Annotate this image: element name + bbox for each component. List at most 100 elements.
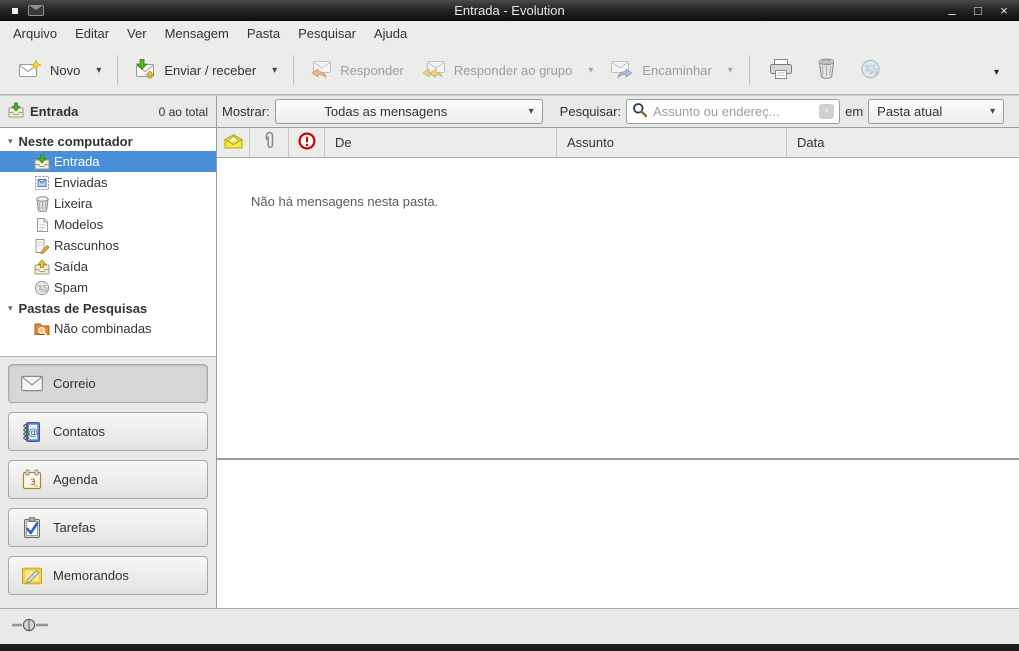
contacts-icon: @	[21, 421, 43, 443]
menu-editar[interactable]: Editar	[66, 23, 118, 44]
online-status-icon[interactable]	[12, 618, 48, 635]
folder-lixeira[interactable]: Lixeira	[0, 193, 216, 214]
chevron-down-icon[interactable]: ▾	[96, 65, 101, 76]
attachment-icon	[263, 131, 276, 154]
chevron-down-icon[interactable]: ▾	[728, 65, 733, 76]
menu-ajuda[interactable]: Ajuda	[365, 23, 416, 44]
forward-label: Encaminhar	[642, 63, 711, 78]
delete-button[interactable]	[805, 50, 848, 90]
chevron-down-icon: ▾	[994, 67, 999, 78]
close-icon[interactable]: ×	[997, 4, 1011, 17]
folder-label: Saída	[54, 259, 88, 274]
search-icon	[632, 102, 648, 121]
switcher-memorandos[interactable]: Memorandos	[8, 556, 208, 595]
folder-label: Modelos	[54, 217, 103, 232]
menu-mensagem[interactable]: Mensagem	[156, 23, 238, 44]
folder-label: Spam	[54, 280, 88, 295]
reply-icon	[310, 60, 332, 81]
filter-search-controls: Mostrar: Todas as mensagens ▾ Pesquisar:…	[217, 96, 1019, 127]
chevron-down-icon[interactable]: ▾	[272, 65, 277, 76]
folder-entrada[interactable]: Entrada	[0, 151, 216, 172]
switcher-label: Contatos	[53, 424, 105, 439]
scope-value: Pasta atual	[877, 104, 942, 119]
current-folder-header: Entrada 0 ao total	[0, 96, 217, 127]
chevron-down-icon[interactable]: ▾	[588, 65, 593, 76]
empty-folder-message: Não há mensagens nesta pasta.	[217, 158, 1019, 209]
message-list[interactable]: Não há mensagens nesta pasta.	[217, 158, 1019, 458]
clear-search-icon[interactable]: ×	[819, 104, 834, 119]
collapse-arrow-icon[interactable]: ▾	[8, 303, 13, 314]
menubar: Arquivo Editar Ver Mensagem Pasta Pesqui…	[0, 21, 1019, 46]
column-assunto[interactable]: Assunto	[557, 128, 787, 157]
toolbar: Novo ▾ Enviar / receber ▾ Responder Resp…	[0, 46, 1019, 95]
switcher-label: Agenda	[53, 472, 98, 487]
search-box: ×	[626, 99, 840, 124]
in-label: em	[845, 104, 863, 119]
reply-all-button[interactable]: Responder ao grupo ▾	[413, 52, 603, 89]
column-label: Data	[797, 135, 824, 150]
chevron-down-icon: ▾	[529, 106, 534, 117]
column-read-status[interactable]	[217, 128, 250, 157]
new-message-label: Novo	[50, 63, 80, 78]
chevron-down-icon: ▾	[990, 106, 995, 117]
column-data[interactable]: Data	[787, 128, 1019, 157]
view-switcher: Correio @ Contatos 3 Agenda Tarefas Memo…	[0, 357, 216, 608]
junk-icon	[860, 58, 881, 82]
switcher-agenda[interactable]: 3 Agenda	[8, 460, 208, 499]
show-label: Mostrar:	[222, 104, 270, 119]
trash-icon	[817, 58, 836, 82]
folder-label: Enviadas	[54, 175, 107, 190]
column-priority[interactable]	[289, 128, 325, 157]
folder-modelos[interactable]: Modelos	[0, 214, 216, 235]
folder-nao-combinadas[interactable]: Não combinadas	[0, 318, 216, 339]
toolbar-separator	[749, 55, 750, 85]
template-icon	[34, 217, 50, 233]
search-input[interactable]	[653, 104, 814, 119]
collapse-arrow-icon[interactable]: ▾	[8, 136, 13, 147]
folder-spam[interactable]: Spam	[0, 277, 216, 298]
search-label: Pesquisar:	[560, 104, 621, 119]
switcher-tarefas[interactable]: Tarefas	[8, 508, 208, 547]
send-receive-icon	[134, 59, 156, 82]
tree-group-search-folders[interactable]: ▾ Pastas de Pesquisas	[0, 298, 216, 318]
column-de[interactable]: De	[325, 128, 557, 157]
drafts-icon	[34, 238, 50, 254]
message-pane: De Assunto Data Não há mensagens nesta p…	[217, 128, 1019, 608]
tree-group-this-computer[interactable]: ▾ Neste computador	[0, 131, 216, 151]
forward-button[interactable]: Encaminhar ▾	[602, 52, 741, 89]
folder-rascunhos[interactable]: Rascunhos	[0, 235, 216, 256]
new-message-icon	[19, 60, 42, 81]
toolbar-separator	[117, 55, 118, 85]
column-attachment[interactable]	[250, 128, 289, 157]
window-bottom-edge	[0, 644, 1019, 651]
switcher-correio[interactable]: Correio	[8, 364, 208, 403]
send-receive-button[interactable]: Enviar / receber ▾	[125, 51, 286, 90]
menu-pasta[interactable]: Pasta	[238, 23, 289, 44]
send-receive-label: Enviar / receber	[164, 63, 256, 78]
window-title: Entrada - Evolution	[0, 3, 1019, 18]
folder-enviadas[interactable]: Enviadas	[0, 172, 216, 193]
svg-text:@: @	[28, 427, 38, 438]
search-scope-dropdown[interactable]: Pasta atual ▾	[868, 99, 1004, 124]
current-folder-name: Entrada	[30, 104, 78, 119]
junk-button[interactable]	[848, 50, 893, 90]
menu-arquivo[interactable]: Arquivo	[4, 23, 66, 44]
menu-ver[interactable]: Ver	[118, 23, 156, 44]
menu-pesquisar[interactable]: Pesquisar	[289, 23, 365, 44]
maximize-icon[interactable]: □	[971, 4, 985, 17]
new-message-button[interactable]: Novo ▾	[10, 52, 110, 89]
switcher-contatos[interactable]: @ Contatos	[8, 412, 208, 451]
sidebar: ▾ Neste computador Entrada Enviadas Lixe…	[0, 128, 217, 608]
reply-button[interactable]: Responder	[301, 52, 413, 89]
folder-saida[interactable]: Saída	[0, 256, 216, 277]
message-filter-dropdown[interactable]: Todas as mensagens ▾	[275, 99, 543, 124]
toolbar-overflow-button[interactable]: ▾	[984, 57, 1009, 84]
main-area: ▾ Neste computador Entrada Enviadas Lixe…	[0, 128, 1019, 608]
group-label: Neste computador	[19, 134, 133, 149]
trash-icon	[34, 196, 50, 212]
folder-tree: ▾ Neste computador Entrada Enviadas Lixe…	[0, 128, 216, 357]
inbox-icon	[34, 154, 50, 170]
print-button[interactable]	[757, 51, 805, 90]
group-label: Pastas de Pesquisas	[19, 301, 148, 316]
minimize-icon[interactable]: –	[945, 7, 959, 20]
